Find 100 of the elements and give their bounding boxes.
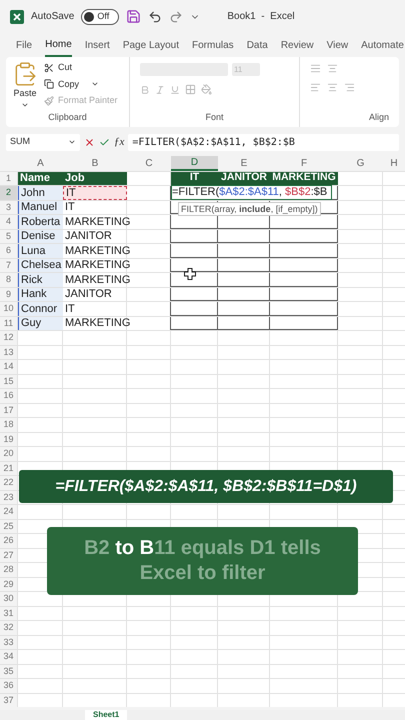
row-number[interactable]: 27 bbox=[0, 548, 17, 562]
table-cell: Rick bbox=[18, 273, 63, 286]
row-number[interactable]: 35 bbox=[0, 664, 17, 678]
row-number[interactable]: 20 bbox=[0, 447, 17, 460]
column-header[interactable]: G bbox=[338, 156, 383, 170]
column-header[interactable]: F bbox=[270, 156, 338, 170]
function-tooltip: FILTER(array, include, [if_empty]) bbox=[178, 202, 321, 216]
save-icon[interactable] bbox=[126, 9, 142, 24]
row-number[interactable]: 23 bbox=[0, 490, 17, 504]
row-number[interactable]: 22 bbox=[0, 476, 17, 490]
redo-icon[interactable] bbox=[169, 10, 184, 24]
row-number[interactable]: 32 bbox=[0, 621, 17, 634]
row-number[interactable]: 7 bbox=[0, 258, 17, 272]
spreadsheet-logo-icon bbox=[10, 10, 24, 24]
autosave-toggle[interactable]: Off bbox=[81, 8, 120, 24]
ribbon-tab[interactable]: File bbox=[16, 33, 32, 57]
cell-editor[interactable]: =FILTER($A$2:$A$11, $B$2:$B bbox=[171, 185, 332, 200]
align-center-icon[interactable] bbox=[327, 82, 338, 93]
ribbon-tab[interactable]: Data bbox=[246, 33, 268, 57]
ribbon-tab[interactable]: Formulas bbox=[192, 33, 234, 57]
align-right-icon[interactable] bbox=[344, 82, 355, 93]
formula-field[interactable]: =FILTER($A$2:$A$11, $B$2:$B bbox=[128, 134, 399, 150]
row-number[interactable]: 21 bbox=[0, 462, 17, 475]
row-number[interactable]: 37 bbox=[0, 694, 17, 707]
sheet-tab[interactable]: Sheet1 bbox=[85, 710, 128, 720]
row-number[interactable]: 19 bbox=[0, 432, 17, 446]
ribbon-tab[interactable]: Automate bbox=[361, 33, 404, 57]
align-icon[interactable] bbox=[310, 63, 321, 74]
row-number[interactable]: 3 bbox=[0, 200, 17, 214]
table-cell: Guy bbox=[18, 316, 63, 330]
group-label: Clipboard bbox=[47, 110, 88, 124]
row-number[interactable]: 24 bbox=[0, 505, 17, 518]
table-cell-text: JANITOR bbox=[64, 230, 113, 243]
enter-icon[interactable] bbox=[99, 136, 110, 148]
ribbon-tab[interactable]: Page Layout bbox=[122, 33, 179, 57]
table-cell: IT bbox=[63, 186, 127, 200]
header-cell: IT bbox=[171, 172, 218, 185]
group-label: Align bbox=[368, 110, 389, 124]
row-number[interactable]: 2 bbox=[0, 186, 17, 200]
column-header[interactable]: E bbox=[218, 156, 270, 170]
subtitle-caption: B2 to B11 equals D1 tells Excel to filter bbox=[47, 527, 358, 595]
insert-function-button[interactable]: ƒx bbox=[114, 134, 124, 150]
table-cell: Luna bbox=[18, 244, 63, 258]
row-number[interactable]: 9 bbox=[0, 288, 17, 301]
row-number[interactable]: 28 bbox=[0, 563, 17, 576]
table-cell-text: JANITOR bbox=[64, 288, 113, 301]
column-header[interactable]: H bbox=[383, 156, 405, 170]
row-number[interactable]: 15 bbox=[0, 374, 17, 388]
header-cell: JANITOR bbox=[218, 172, 270, 185]
row-number[interactable]: 16 bbox=[0, 389, 17, 402]
row-number[interactable]: 12 bbox=[0, 331, 17, 344]
row-number[interactable]: 31 bbox=[0, 606, 17, 620]
row-number[interactable]: 18 bbox=[0, 418, 17, 432]
align-left-icon[interactable] bbox=[310, 82, 321, 93]
cross-cursor-icon bbox=[184, 268, 196, 280]
table-cell: Manuel bbox=[18, 200, 63, 214]
ribbon-tab[interactable]: Insert bbox=[84, 33, 110, 57]
autosave-label: AutoSave bbox=[31, 10, 74, 24]
name-box[interactable]: SUM bbox=[6, 134, 80, 150]
group-label: Font bbox=[204, 110, 224, 124]
cut-button[interactable]: Cut bbox=[44, 61, 118, 74]
row-number[interactable]: 11 bbox=[0, 316, 17, 330]
cancel-icon[interactable] bbox=[84, 136, 95, 148]
row-number[interactable]: 5 bbox=[0, 230, 17, 243]
row-number[interactable]: 33 bbox=[0, 636, 17, 649]
row-number[interactable]: 30 bbox=[0, 592, 17, 606]
row-number[interactable]: 36 bbox=[0, 679, 17, 692]
paintbrush-icon bbox=[44, 96, 54, 106]
row-number[interactable]: 1 bbox=[0, 172, 17, 185]
row-number[interactable]: 4 bbox=[0, 215, 17, 228]
column-header[interactable]: C bbox=[127, 156, 171, 170]
row-number[interactable]: 10 bbox=[0, 302, 17, 316]
table-cell: Connor bbox=[18, 302, 63, 316]
row-number[interactable]: 14 bbox=[0, 360, 17, 374]
row-number[interactable]: 34 bbox=[0, 650, 17, 664]
ribbon-tab[interactable]: Review bbox=[280, 33, 314, 57]
table-cell: Roberta bbox=[18, 215, 63, 228]
align-icon[interactable] bbox=[327, 63, 338, 74]
header-cell: Job bbox=[63, 172, 127, 185]
row-number[interactable]: 8 bbox=[0, 273, 17, 286]
column-header[interactable]: D bbox=[171, 156, 218, 170]
table-cell-text: IT bbox=[64, 302, 76, 316]
header-cell: Name bbox=[18, 172, 63, 185]
row-number[interactable]: 13 bbox=[0, 346, 17, 359]
paste-button[interactable]: Paste bbox=[12, 61, 38, 110]
row-number[interactable]: 25 bbox=[0, 520, 17, 533]
column-header[interactable]: A bbox=[18, 156, 63, 170]
table-cell: Chelsea bbox=[18, 258, 63, 272]
row-number[interactable]: 29 bbox=[0, 578, 17, 591]
row-number[interactable]: 26 bbox=[0, 534, 17, 548]
ribbon-tab[interactable]: View bbox=[326, 33, 348, 57]
column-header[interactable]: B bbox=[63, 156, 127, 170]
copy-button[interactable]: Copy bbox=[44, 78, 118, 91]
table-cell: John bbox=[18, 186, 63, 200]
undo-icon[interactable] bbox=[148, 10, 162, 24]
row-number[interactable]: 6 bbox=[0, 244, 17, 258]
window-title: Book1 - Excel bbox=[227, 10, 295, 24]
row-number[interactable]: 17 bbox=[0, 404, 17, 417]
table-cell: Hank bbox=[18, 288, 63, 301]
copy-icon bbox=[44, 79, 54, 90]
